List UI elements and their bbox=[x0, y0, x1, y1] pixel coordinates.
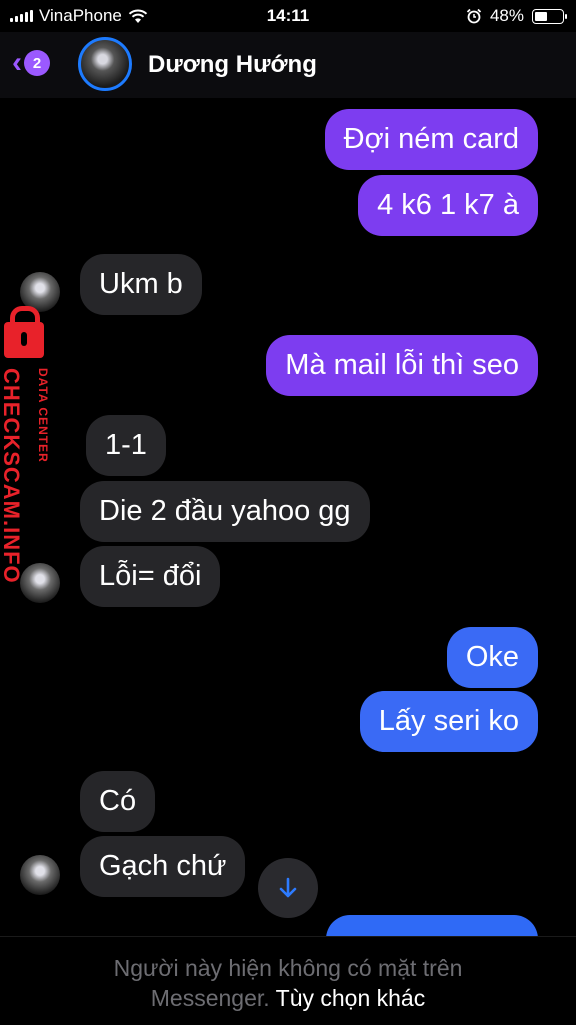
battery-fill bbox=[535, 11, 548, 21]
message-bubble-incoming[interactable]: Ukm b bbox=[80, 254, 202, 315]
scroll-down-arrow-icon bbox=[279, 877, 297, 898]
status-bar: VinaPhone 14:11 48% bbox=[0, 0, 576, 32]
message-bubble-incoming[interactable]: 1-1 bbox=[86, 415, 166, 476]
message-bubble-outgoing[interactable]: Mà mail lỗi thì seo bbox=[266, 335, 538, 396]
watermark: CHECKSCAM.INFO DATA CENTER bbox=[0, 306, 64, 586]
watermark-main-text: CHECKSCAM.INFO bbox=[0, 368, 24, 584]
notice-text: Messenger. bbox=[150, 985, 270, 1011]
battery-percent: 48% bbox=[489, 6, 524, 25]
message-bubble-incoming[interactable]: Die 2 đầu yahoo gg bbox=[80, 481, 370, 542]
message-bubble-outgoing[interactable]: Oke bbox=[446, 627, 538, 688]
scroll-to-bottom-button[interactable] bbox=[258, 858, 318, 918]
watermark-sub-text: DATA CENTER bbox=[36, 368, 50, 463]
notice-line-2: Messenger. Tùy chọn khác bbox=[0, 983, 576, 1013]
sender-avatar bbox=[20, 855, 60, 895]
back-button[interactable]: ‹ 2 bbox=[12, 48, 50, 78]
message-bubble-outgoing[interactable]: Đợi ném card bbox=[324, 109, 538, 170]
message-bubble-outgoing[interactable]: Lấy seri ko bbox=[359, 691, 538, 752]
message-bubble-incoming[interactable]: Lỗi= đổi bbox=[80, 546, 221, 607]
unavailable-notice: Người này hiện không có mặt trên Messeng… bbox=[0, 936, 576, 1025]
message-bubble-outgoing[interactable]: 4 k6 1 k7 à bbox=[358, 175, 538, 236]
unread-badge: 2 bbox=[24, 50, 50, 76]
message-bubble-incoming[interactable]: Có bbox=[80, 771, 156, 832]
contact-name[interactable]: Dương Hướng bbox=[148, 51, 317, 79]
conversation-header: ‹ 2 Dương Hướng bbox=[0, 32, 576, 98]
notice-line-1: Người này hiện không có mặt trên bbox=[113, 955, 463, 981]
battery-icon bbox=[532, 8, 567, 24]
other-options-link[interactable]: Tùy chọn khác bbox=[276, 985, 426, 1011]
contact-avatar[interactable] bbox=[78, 37, 132, 91]
back-chevron-icon: ‹ bbox=[12, 46, 22, 79]
alarm-icon bbox=[466, 8, 482, 24]
message-bubble-incoming[interactable]: Gạch chứ bbox=[80, 836, 246, 897]
lock-body bbox=[4, 322, 44, 358]
